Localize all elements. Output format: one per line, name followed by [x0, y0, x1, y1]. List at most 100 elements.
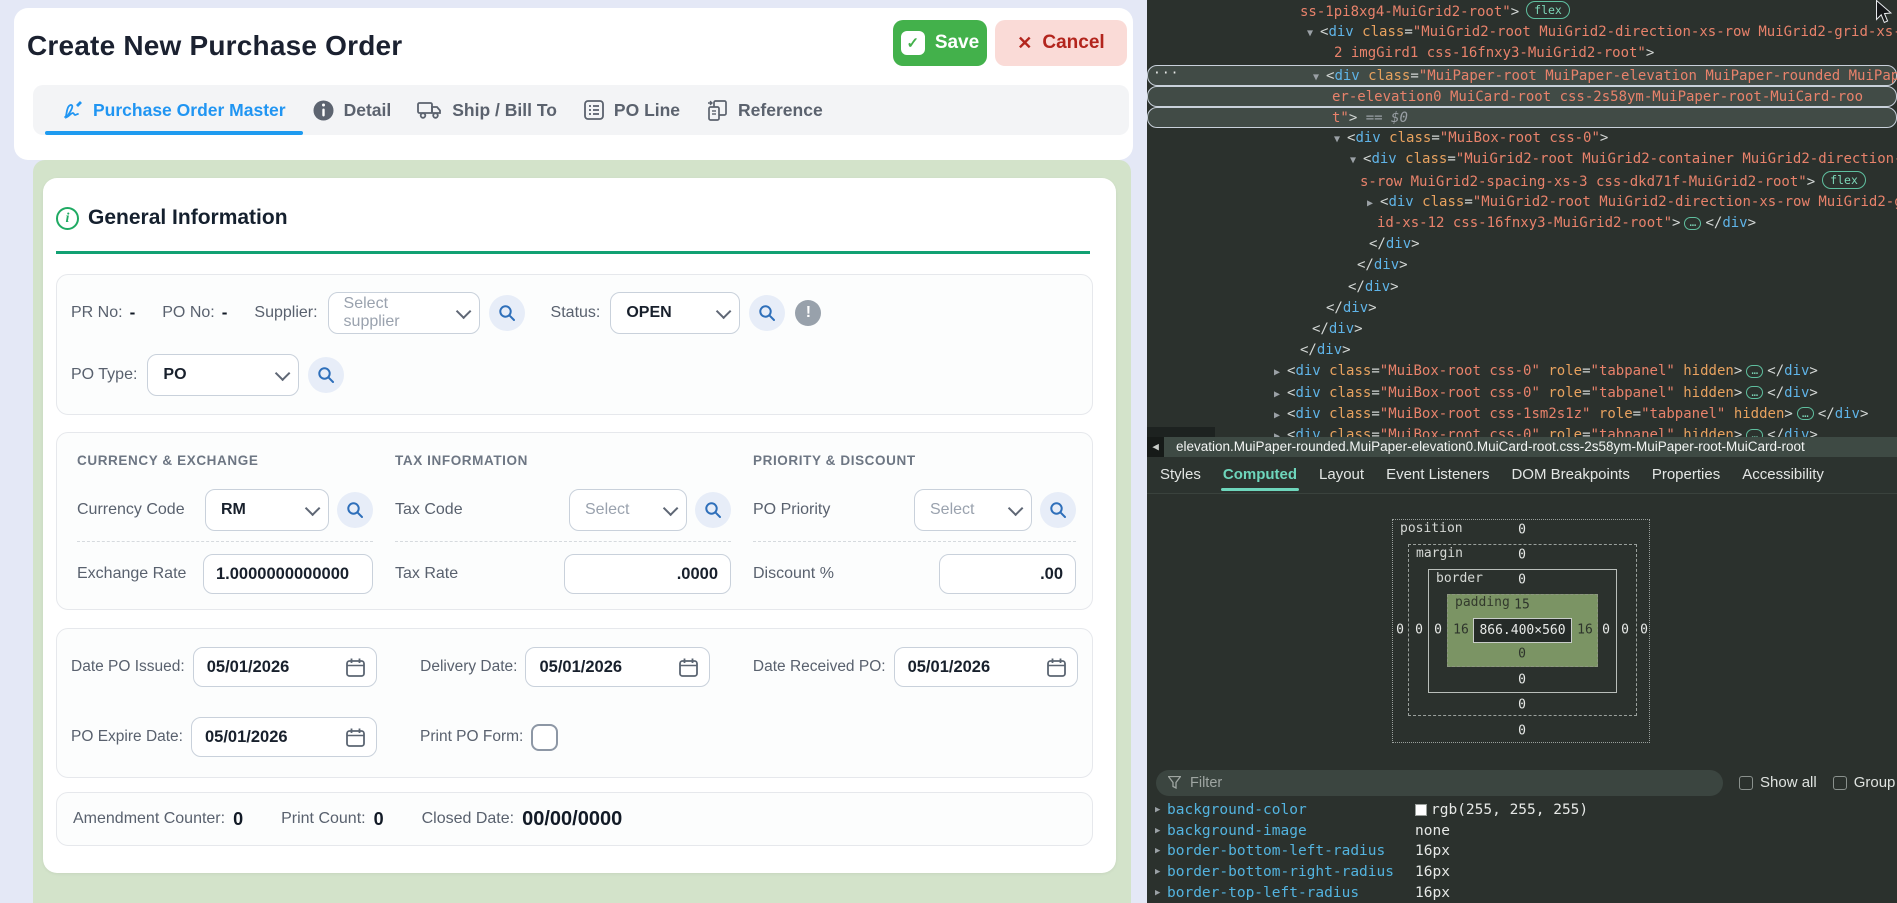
expand-arrow-icon[interactable]: ▼: [1350, 150, 1363, 171]
property-expand-icon[interactable]: ▶: [1155, 846, 1167, 856]
po-type-search-button[interactable]: [308, 357, 344, 393]
devtools-tab-event-listeners[interactable]: Event Listeners: [1375, 457, 1500, 493]
collapsed-arrow-icon[interactable]: ▶: [1367, 193, 1380, 214]
group-checkbox[interactable]: [1833, 776, 1847, 790]
tab-purchase-order-master[interactable]: Purchase Order Master: [49, 85, 299, 135]
po-expire-date-input[interactable]: 05/01/2026: [191, 717, 377, 757]
collapsed-content-icon[interactable]: …: [1684, 217, 1701, 230]
dom-tree-line[interactable]: 2 imgGird1 css-16fnxy3-MuiGrid2-root">: [1334, 43, 1654, 64]
currency-search-button[interactable]: [337, 492, 373, 528]
devtools-tab-dom-breakpoints[interactable]: DOM Breakpoints: [1500, 457, 1640, 493]
dom-tree-line[interactable]: ▶<div class="MuiBox-root css-0" role="ta…: [1274, 425, 1818, 437]
property-expand-icon[interactable]: ▶: [1155, 888, 1167, 898]
dom-tree-line[interactable]: ▼<div class="MuiGrid2-root MuiGrid2-dire…: [1307, 22, 1897, 43]
filter-input[interactable]: Filter: [1156, 770, 1723, 796]
currency-code-label: Currency Code: [77, 501, 185, 519]
tax-search-button[interactable]: [695, 492, 731, 528]
po-priority-select[interactable]: Select: [914, 489, 1032, 531]
dom-tree-line[interactable]: t"> == $0: [1147, 107, 1897, 128]
devtools-tab-layout[interactable]: Layout: [1308, 457, 1375, 493]
calendar-icon: [345, 727, 366, 748]
code-token: =: [1431, 130, 1439, 146]
supplier-select[interactable]: Select supplier: [328, 292, 480, 334]
search-icon: [704, 501, 722, 519]
computed-property-row[interactable]: ▶background-imagenone: [1147, 820, 1897, 841]
dom-tree-line[interactable]: ▼<div class="MuiBox-root css-0">: [1334, 128, 1608, 149]
cancel-button[interactable]: ✕ Cancel: [995, 20, 1127, 66]
dom-tree-line[interactable]: </div>: [1326, 298, 1377, 319]
dom-tree-line[interactable]: ss-1pi8xg4-MuiGrid2-root">flex: [1300, 1, 1570, 22]
tab-reference[interactable]: Reference: [693, 85, 836, 135]
filter-funnel-icon: [1168, 776, 1181, 789]
dom-tree-line[interactable]: </div>: [1348, 277, 1399, 298]
chevron-down-icon: [275, 365, 291, 381]
dom-tree-line[interactable]: </div>: [1369, 234, 1420, 255]
code-token: div: [1371, 151, 1396, 167]
tab-ship-bill-to[interactable]: Ship / Bill To: [404, 85, 570, 135]
border-label: border: [1436, 571, 1483, 586]
po-no-value: -: [222, 303, 228, 323]
tax-code-select[interactable]: Select: [569, 489, 687, 531]
collapsed-content-icon[interactable]: …: [1746, 386, 1763, 399]
dom-tree-line[interactable]: ▶<div class="MuiBox-root css-1sm2s1z" ro…: [1274, 404, 1868, 425]
horizontal-scrollbar[interactable]: [1147, 427, 1215, 437]
collapsed-arrow-icon[interactable]: ▶: [1274, 405, 1287, 426]
property-expand-icon[interactable]: ▶: [1155, 867, 1167, 877]
tax-rate-input[interactable]: .0000: [564, 554, 731, 594]
collapsed-content-icon[interactable]: …: [1746, 429, 1763, 438]
dom-tree-line[interactable]: </div>: [1357, 255, 1408, 276]
dom-tree-line[interactable]: </div>: [1312, 319, 1363, 340]
dom-tree-line[interactable]: id-xs-12 css-16fnxy3-MuiGrid2-root">…</d…: [1377, 213, 1756, 234]
delivery-date-input[interactable]: 05/01/2026: [525, 647, 709, 687]
devtools-tab-styles[interactable]: Styles: [1149, 457, 1212, 493]
computed-property-row[interactable]: ▶border-bottom-left-radius16px: [1147, 841, 1897, 862]
expand-arrow-icon[interactable]: ▼: [1334, 129, 1347, 150]
po-type-select[interactable]: PO: [147, 354, 299, 396]
discount-input[interactable]: .00: [939, 554, 1076, 594]
padding-right-value: 16: [1577, 622, 1593, 637]
computed-property-row[interactable]: ▶border-bottom-right-radius16px: [1147, 862, 1897, 883]
property-expand-icon[interactable]: ▶: [1155, 826, 1167, 836]
priority-search-button[interactable]: [1040, 492, 1076, 528]
collapsed-arrow-icon[interactable]: ▶: [1274, 384, 1287, 405]
date-po-issued-input[interactable]: 05/01/2026: [193, 647, 377, 687]
currency-code-select[interactable]: RM: [205, 489, 329, 531]
property-expand-icon[interactable]: ▶: [1155, 805, 1167, 815]
dom-tree-line[interactable]: er-elevation0 MuiCard-root css-2s58ym-Mu…: [1147, 86, 1897, 107]
dom-tree-line[interactable]: ▶<div class="MuiBox-root css-0" role="ta…: [1274, 361, 1818, 382]
devtools-breadcrumb-bar: ◀ elevation.MuiPaper-rounded.MuiPaper-el…: [1147, 437, 1897, 457]
dom-tree-line[interactable]: ▼<div class="MuiGrid2-root MuiGrid2-cont…: [1350, 149, 1897, 170]
truck-icon: [417, 99, 443, 121]
box-model-content[interactable]: 866.400×560: [1473, 618, 1572, 643]
dom-tree-line[interactable]: ▶<div class="MuiBox-root css-0" role="ta…: [1274, 383, 1818, 404]
date-received-input[interactable]: 05/01/2026: [894, 647, 1078, 687]
tab-po-line[interactable]: PO Line: [570, 85, 693, 135]
devtools-tab-accessibility[interactable]: Accessibility: [1731, 457, 1835, 493]
show-all-checkbox[interactable]: [1739, 776, 1753, 790]
status-search-button[interactable]: [749, 295, 785, 331]
dom-tree-line[interactable]: ▼<div class="MuiPaper-root MuiPaper-elev…: [1147, 65, 1897, 86]
save-button[interactable]: ✓ Save: [893, 20, 987, 66]
devtools-tab-computed[interactable]: Computed: [1212, 457, 1308, 493]
computed-property-row[interactable]: ▶background-colorrgb(255, 255, 255): [1147, 800, 1897, 821]
computed-property-row[interactable]: ▶border-top-left-radius16px: [1147, 883, 1897, 903]
collapsed-arrow-icon[interactable]: ▶: [1274, 362, 1287, 383]
code-token: [1725, 406, 1733, 422]
collapsed-arrow-icon[interactable]: ▶: [1274, 426, 1287, 437]
supplier-search-button[interactable]: [489, 295, 525, 331]
dom-tree-line[interactable]: s-row MuiGrid2-spacing-xs-3 css-dkd71f-M…: [1360, 171, 1866, 192]
exchange-rate-input[interactable]: 1.0000000000000: [203, 554, 373, 594]
print-po-form-checkbox[interactable]: [531, 724, 558, 751]
expand-arrow-icon[interactable]: ▼: [1313, 67, 1326, 88]
code-token: >: [1807, 174, 1815, 190]
status-select[interactable]: OPEN: [610, 292, 740, 334]
tab-detail[interactable]: Detail: [299, 85, 405, 135]
devtools-tab-properties[interactable]: Properties: [1641, 457, 1731, 493]
collapsed-content-icon[interactable]: …: [1746, 365, 1763, 378]
dom-tree-line[interactable]: ▶<div class="MuiGrid2-root MuiGrid2-dire…: [1367, 192, 1897, 213]
breadcrumb-back-button[interactable]: ◀: [1147, 437, 1164, 457]
dom-tree-line[interactable]: </div>: [1300, 340, 1351, 361]
expand-arrow-icon[interactable]: ▼: [1307, 23, 1320, 44]
collapsed-content-icon[interactable]: …: [1797, 407, 1814, 420]
more-actions-icon[interactable]: ···: [1153, 66, 1179, 81]
